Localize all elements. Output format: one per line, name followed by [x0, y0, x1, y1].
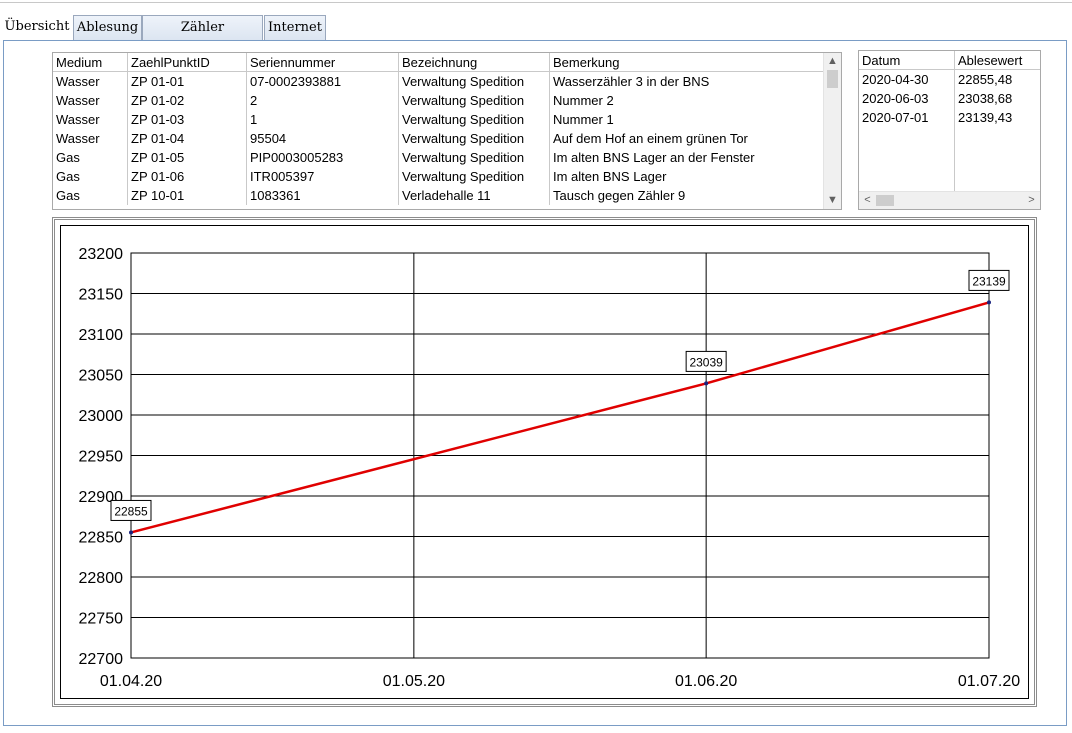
column-divider: [954, 70, 955, 192]
x-tick-label: 01.06.20: [675, 673, 737, 690]
tab-internet[interactable]: Internet: [264, 15, 326, 40]
cell-datum: 2020-06-03: [862, 91, 929, 106]
data-point: [129, 530, 133, 535]
scroll-up-icon[interactable]: ▲: [824, 53, 841, 70]
cell-datum: 2020-07-01: [862, 110, 929, 125]
cell-medium: Gas: [53, 186, 128, 205]
y-tick-label: 23000: [79, 408, 124, 425]
y-tick-label: 23100: [79, 327, 124, 344]
cell-bezeichnung: Verwaltung Spedition: [399, 72, 550, 91]
cell-seriennummer: PIP0003005283: [247, 148, 399, 167]
tab-uebersicht[interactable]: Übersicht: [2, 14, 72, 40]
y-tick-label: 23200: [79, 246, 124, 263]
cell-datum: 2020-04-30: [862, 72, 929, 87]
meters-scroll-thumb[interactable]: [827, 70, 838, 88]
cell-seriennummer: 1083361: [247, 186, 399, 205]
cell-zaehlpunktid: ZP 01-05: [128, 148, 247, 167]
x-tick-label: 01.04.20: [100, 673, 162, 690]
meters-listbox[interactable]: Medium ZaehlPunktID Seriennummer Bezeich…: [52, 52, 842, 210]
tab-ablesung[interactable]: Ablesung: [73, 15, 142, 40]
data-point: [704, 381, 709, 386]
cell-medium: Wasser: [53, 129, 128, 148]
cell-bemerkung: Im alten BNS Lager an der Fenster: [550, 148, 825, 167]
cell-seriennummer: 2: [247, 91, 399, 110]
cell-bemerkung: Auf dem Hof an einem grünen Tor: [550, 129, 825, 148]
cell-bezeichnung: Verwaltung Spedition: [399, 167, 550, 186]
scroll-right-icon[interactable]: >: [1023, 192, 1040, 209]
readings-horizontal-scrollbar[interactable]: < >: [859, 191, 1040, 209]
cell-medium: Gas: [53, 167, 128, 186]
meters-vertical-scrollbar[interactable]: ▲ ▼: [823, 53, 841, 209]
cell-ablesewert: 23038,68: [958, 91, 1013, 106]
cell-bemerkung: Nummer 2: [550, 91, 825, 110]
readings-line-chart: 2320023150231002305023000229502290022850…: [79, 246, 1021, 690]
x-tick-label: 01.05.20: [383, 673, 445, 690]
cell-zaehlpunktid: ZP 01-01: [128, 72, 247, 91]
cell-medium: Gas: [53, 148, 128, 167]
cell-bemerkung: Tausch gegen Zähler 9: [550, 186, 825, 205]
cell-seriennummer: ITR005397: [247, 167, 399, 186]
cell-seriennummer: 1: [247, 110, 399, 129]
cell-zaehlpunktid: ZP 01-06: [128, 167, 247, 186]
cell-medium: Wasser: [53, 110, 128, 129]
data-label: 23039: [689, 355, 723, 369]
data-point: [987, 300, 991, 305]
column-header-bezeichnung[interactable]: Bezeichnung: [399, 53, 550, 72]
cell-ablesewert: 22855,48: [958, 72, 1013, 87]
readings-listbox[interactable]: Datum Ablesewert 2020-04-30 22855,48 2020-…: [858, 50, 1041, 210]
y-tick-label: 22800: [79, 570, 124, 587]
column-header-ablesewert[interactable]: Ablesewert: [955, 51, 1040, 70]
y-tick-label: 22700: [79, 651, 124, 668]
cell-zaehlpunktid: ZP 01-02: [128, 91, 247, 110]
y-tick-label: 23150: [79, 287, 124, 304]
y-tick-label: 22950: [79, 449, 124, 466]
cell-medium: Wasser: [53, 91, 128, 110]
cell-bezeichnung: Verwaltung Spedition: [399, 110, 550, 129]
cell-bemerkung: Wasserzähler 3 in der BNS: [550, 72, 825, 91]
cell-bemerkung: Nummer 1: [550, 110, 825, 129]
cell-ablesewert: 23139,43: [958, 110, 1013, 125]
tab-zaehler-bearbeiten[interactable]: Zähler Bearbeiten: [142, 15, 263, 59]
column-header-seriennummer[interactable]: Seriennummer: [247, 53, 399, 72]
x-tick-label: 01.07.20: [958, 673, 1020, 690]
column-header-bemerkung[interactable]: Bemerkung: [550, 53, 825, 72]
column-header-zaehlpunktid[interactable]: ZaehlPunktID: [128, 53, 247, 72]
cell-bezeichnung: Verwaltung Spedition: [399, 129, 550, 148]
cell-bemerkung: Im alten BNS Lager: [550, 167, 825, 186]
window-top-border: [0, 0, 1072, 3]
scroll-down-icon[interactable]: ▼: [824, 192, 841, 209]
cell-seriennummer: 07-0002393881: [247, 72, 399, 91]
scroll-left-icon[interactable]: <: [859, 192, 876, 209]
y-tick-label: 22750: [79, 611, 124, 628]
column-header-datum[interactable]: Datum: [859, 51, 955, 70]
column-header-medium[interactable]: Medium: [53, 53, 128, 72]
chart-frame: 23200 23150 23100 23050 23000 22950 22900 22850…: [52, 217, 1037, 707]
cell-zaehlpunktid: ZP 01-04: [128, 129, 247, 148]
cell-bezeichnung: Verwaltung Spedition: [399, 148, 550, 167]
cell-medium: Wasser: [53, 72, 128, 91]
cell-zaehlpunktid: ZP 10-01: [128, 186, 247, 205]
chart-area: 23200 23150 23100 23050 23000 22950 22900 22850…: [60, 225, 1029, 699]
readings-scroll-thumb[interactable]: [876, 195, 894, 206]
data-label: 23139: [972, 274, 1006, 288]
y-tick-label: 23050: [79, 368, 124, 385]
cell-seriennummer: 95504: [247, 129, 399, 148]
cell-zaehlpunktid: ZP 01-03: [128, 110, 247, 129]
cell-bezeichnung: Verladehalle 11: [399, 186, 550, 205]
y-tick-label: 22850: [79, 530, 124, 547]
cell-bezeichnung: Verwaltung Spedition: [399, 91, 550, 110]
data-label: 22855: [114, 504, 148, 518]
